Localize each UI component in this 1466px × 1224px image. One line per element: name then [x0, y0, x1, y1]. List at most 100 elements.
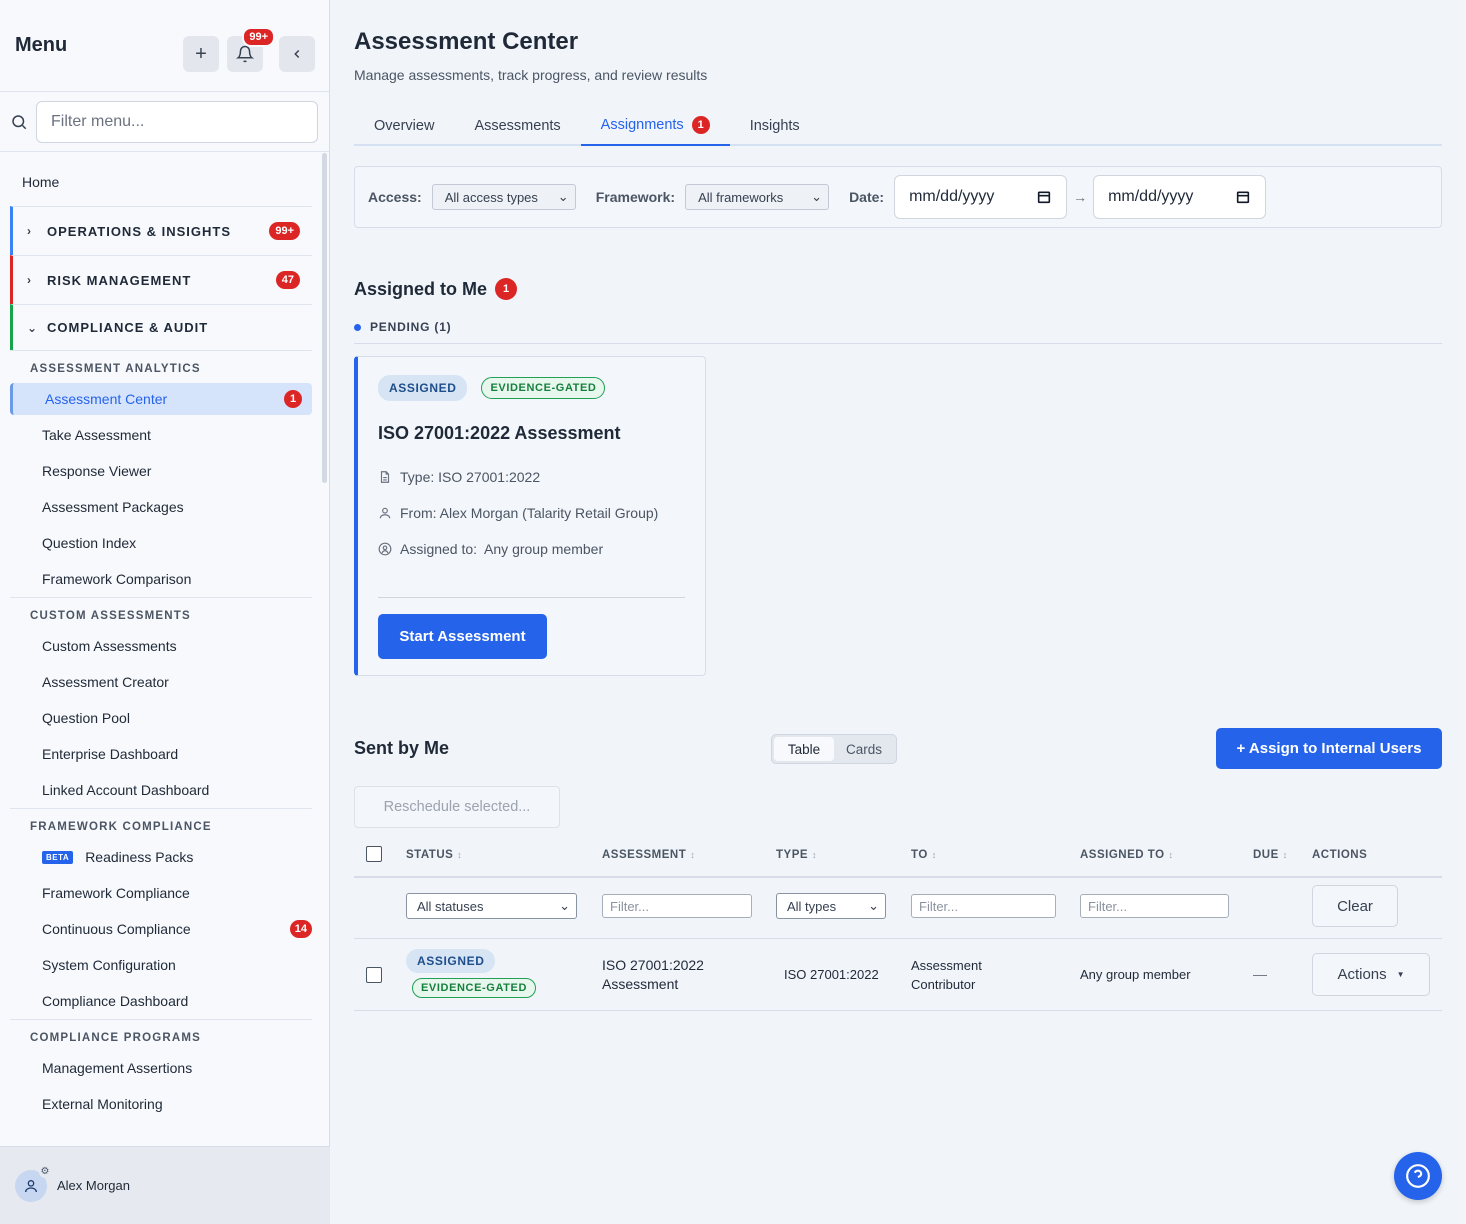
table-header-row: STATUS ↕ ASSESSMENT ↕ TYPE ↕ TO ↕ ASSIGNED T…: [354, 836, 1442, 878]
nav-take-assessment[interactable]: Take Assessment: [0, 417, 322, 453]
row-checkbox[interactable]: [366, 967, 382, 983]
framework-select[interactable]: All frameworks ⌄: [685, 184, 830, 210]
nav-question-index[interactable]: Question Index: [0, 525, 322, 561]
nav-external-monitoring[interactable]: External Monitoring: [0, 1086, 322, 1122]
nav-question-pool[interactable]: Question Pool: [0, 700, 322, 736]
col-due[interactable]: DUE ↕: [1253, 849, 1288, 861]
nav-enterprise-dashboard[interactable]: Enterprise Dashboard: [0, 736, 322, 772]
sort-icon: ↕: [1282, 850, 1288, 860]
chevron-down-icon: ⌄: [27, 320, 39, 335]
nav-response-viewer[interactable]: Response Viewer: [0, 453, 322, 489]
notifications-button[interactable]: 99+: [227, 27, 275, 72]
menu-filter-input[interactable]: [36, 100, 318, 143]
nav-readiness-packs[interactable]: BETA Readiness Packs: [0, 839, 322, 875]
page-title: Assessment Center: [354, 28, 579, 55]
row-actions-button[interactable]: Actions ▼: [1312, 953, 1430, 996]
date-from-value: mm/dd/yyyy: [909, 188, 995, 205]
nav-label: Readiness Packs: [85, 849, 194, 865]
calendar-icon[interactable]: [1235, 189, 1251, 205]
document-icon: [380, 471, 390, 483]
nav-assessment-center[interactable]: Assessment Center 1: [10, 383, 312, 415]
nav-system-configuration[interactable]: System Configuration: [0, 947, 322, 983]
nav-home[interactable]: Home: [0, 153, 322, 206]
start-assessment-button[interactable]: Start Assessment: [378, 614, 547, 659]
col-to[interactable]: TO ↕: [911, 849, 937, 861]
assigned-to-filter-input[interactable]: Filter...: [1080, 894, 1229, 918]
nav-management-assertions[interactable]: Management Assertions: [0, 1050, 322, 1086]
nav-compliance-dashboard[interactable]: Compliance Dashboard: [0, 983, 322, 1019]
assignment-card: ASSIGNED EVIDENCE-GATED ISO 27001:2022 A…: [354, 356, 706, 676]
section-title: COMPLIANCE PROGRAMS: [10, 1019, 312, 1050]
section-title: FRAMEWORK COMPLIANCE: [10, 808, 312, 839]
col-assigned-to[interactable]: ASSIGNED TO ↕: [1080, 849, 1174, 861]
nav-assessment-packages[interactable]: Assessment Packages: [0, 489, 322, 525]
sort-icon: ↕: [812, 850, 818, 860]
clear-filters-button[interactable]: Clear: [1312, 885, 1398, 927]
status-filter-select[interactable]: All statuses ⌄: [406, 893, 577, 919]
beta-tag: BETA: [42, 850, 74, 864]
reschedule-selected-button[interactable]: Reschedule selected...: [354, 786, 560, 828]
sidebar-scrollbar[interactable]: [322, 153, 327, 483]
help-button[interactable]: [1394, 1152, 1442, 1200]
group-operations-insights[interactable]: › OPERATIONS & INSIGHTS 99+: [10, 206, 312, 255]
to-filter-input[interactable]: Filter...: [911, 894, 1056, 918]
tab-overview[interactable]: Overview: [354, 106, 454, 146]
tab-bar: Overview Assessments Assignments 1 Insig…: [354, 106, 1442, 146]
group-label: RISK MANAGEMENT: [47, 272, 192, 288]
date-to-input[interactable]: mm/dd/yyyy: [1093, 175, 1267, 219]
date-range-arrow: →: [1073, 189, 1088, 205]
nav-assessment-creator[interactable]: Assessment Creator: [0, 664, 322, 700]
col-assessment[interactable]: ASSESSMENT ↕: [602, 849, 695, 861]
access-select[interactable]: All access types ⌄: [431, 184, 576, 210]
calendar-icon[interactable]: [1036, 189, 1052, 205]
card-type-text: Type: ISO 27001:2022: [400, 469, 541, 485]
tab-insights[interactable]: Insights: [730, 106, 820, 146]
chevron-down-icon: ⌄: [559, 898, 570, 913]
assign-internal-users-button[interactable]: + Assign to Internal Users: [1216, 728, 1442, 769]
bell-icon: [236, 45, 254, 63]
sidebar: Menu + 99+ Home › OPERATIONS & INSIGHTS …: [0, 0, 330, 1224]
chevron-down-icon: ⌄: [868, 898, 879, 913]
group-compliance-audit[interactable]: ⌄ COMPLIANCE & AUDIT: [10, 304, 312, 350]
status-badge: ASSIGNED: [378, 375, 468, 401]
add-button[interactable]: +: [183, 36, 219, 72]
assigned-count-badge: 1: [495, 278, 518, 300]
view-table-button[interactable]: Table: [774, 737, 834, 761]
nav-continuous-compliance[interactable]: Continuous Compliance 14: [0, 911, 322, 947]
col-label: ACTIONS: [1312, 849, 1368, 861]
avatar[interactable]: ⚙: [15, 1165, 51, 1202]
assessment-filter-input[interactable]: Filter...: [602, 894, 752, 918]
nav-framework-comparison[interactable]: Framework Comparison: [0, 561, 322, 597]
collapse-sidebar-button[interactable]: [279, 36, 315, 72]
table-filter-row: All statuses ⌄ Filter... All types ⌄ Fil…: [354, 878, 1442, 939]
col-status[interactable]: STATUS ↕: [406, 849, 462, 861]
card-assigned-to-text: Assigned to: Any group member: [400, 541, 604, 557]
select-all-checkbox[interactable]: [366, 846, 382, 862]
row-due: —: [1253, 966, 1267, 982]
date-label: Date:: [849, 189, 885, 205]
sort-icon: ↕: [931, 850, 937, 860]
sort-icon: ↕: [690, 850, 696, 860]
nav-custom-assessments[interactable]: Custom Assessments: [0, 628, 322, 664]
view-cards-button[interactable]: Cards: [834, 737, 894, 761]
tab-assessments[interactable]: Assessments: [454, 106, 580, 146]
date-from-input[interactable]: mm/dd/yyyy: [894, 175, 1068, 219]
type-filter-select[interactable]: All types ⌄: [776, 893, 886, 919]
nav-framework-compliance[interactable]: Framework Compliance: [0, 875, 322, 911]
tab-assignments[interactable]: Assignments 1: [580, 106, 730, 146]
access-label: Access:: [368, 189, 422, 205]
pending-group-label: PENDING (1): [354, 320, 451, 334]
col-type[interactable]: TYPE ↕: [776, 849, 817, 861]
col-actions: ACTIONS: [1312, 849, 1367, 861]
col-label: TO: [911, 849, 928, 861]
pending-dot-icon: [354, 323, 361, 331]
notification-badge: 99+: [242, 27, 275, 47]
card-from-text: From: Alex Morgan (Talarity Retail Group…: [400, 505, 659, 521]
nav-linked-account-dashboard[interactable]: Linked Account Dashboard: [0, 772, 322, 808]
nav-label: Continuous Compliance: [42, 921, 191, 937]
group-risk-management[interactable]: › RISK MANAGEMENT 47: [10, 255, 312, 304]
user-footer[interactable]: ⚙ Alex Morgan: [0, 1146, 330, 1224]
chevron-right-icon: ›: [27, 273, 32, 287]
type-filter-value: All types: [787, 898, 837, 914]
plus-icon: +: [195, 42, 207, 65]
